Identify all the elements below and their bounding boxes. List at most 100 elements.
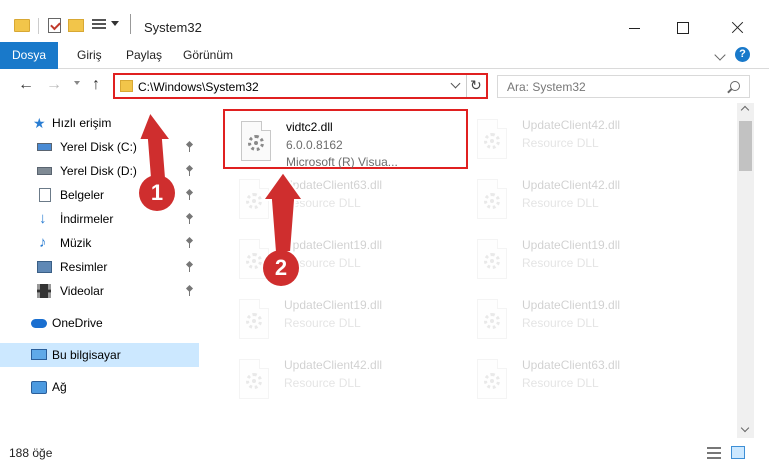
pin-icon[interactable] bbox=[186, 261, 194, 273]
sidebar-item-label: Yerel Disk (D:) bbox=[60, 164, 137, 178]
dll-file-icon bbox=[477, 119, 507, 159]
tab-view[interactable]: Görünüm bbox=[183, 42, 233, 69]
computer-icon bbox=[31, 349, 47, 360]
sidebar-item-pictures[interactable]: Resimler bbox=[0, 255, 199, 279]
music-icon: ♪ bbox=[39, 234, 47, 251]
cloud-icon bbox=[31, 319, 47, 328]
tab-share[interactable]: Paylaş bbox=[126, 42, 162, 69]
window-title: System32 bbox=[144, 20, 202, 35]
title-bar: System32 bbox=[0, 0, 769, 42]
pin-icon[interactable] bbox=[186, 165, 194, 177]
file-description: Resource DLL bbox=[522, 256, 599, 270]
file-item[interactable]: UpdateClient19.dll Resource DLL bbox=[223, 229, 468, 289]
file-item[interactable]: UpdateClient42.dll Resource DLL bbox=[461, 109, 706, 169]
back-button[interactable]: ← bbox=[18, 77, 34, 93]
star-icon: ★ bbox=[33, 115, 46, 131]
file-item[interactable]: vidtc2.dll 6.0.0.8162 Microsoft (R) Visu… bbox=[223, 109, 468, 169]
pin-icon[interactable] bbox=[186, 213, 194, 225]
sidebar-item-label: Hızlı erişim bbox=[52, 116, 112, 130]
sidebar-item-videos[interactable]: Videolar bbox=[0, 279, 199, 303]
step-1-badge: 1 bbox=[139, 175, 175, 211]
file-item[interactable]: UpdateClient19.dll Resource DLL bbox=[461, 289, 706, 349]
network-icon bbox=[31, 381, 47, 394]
pin-icon[interactable] bbox=[186, 285, 194, 297]
gear-icon bbox=[484, 373, 500, 389]
file-name: UpdateClient19.dll bbox=[284, 238, 383, 252]
dll-file-icon bbox=[239, 179, 269, 219]
sidebar-item-music[interactable]: ♪ Müzik bbox=[0, 231, 199, 255]
address-path[interactable]: C:\Windows\System32 bbox=[138, 80, 259, 94]
file-description: Resource DLL bbox=[522, 316, 599, 330]
file-description: Resource DLL bbox=[522, 376, 599, 390]
file-name: UpdateClient42.dll bbox=[522, 118, 621, 132]
ribbon: Dosya Giriş Paylaş Görünüm ? bbox=[0, 42, 769, 69]
address-dropdown-icon[interactable] bbox=[450, 78, 461, 89]
gear-icon bbox=[246, 193, 262, 209]
vertical-scrollbar[interactable] bbox=[737, 103, 754, 438]
maximize-button[interactable] bbox=[658, 10, 704, 40]
videos-icon bbox=[37, 284, 51, 298]
file-item[interactable]: UpdateClient63.dll Resource DLL bbox=[461, 349, 706, 409]
refresh-icon[interactable]: ↻ bbox=[470, 77, 482, 93]
sidebar-item-label: Ağ bbox=[52, 380, 67, 394]
minimize-button[interactable] bbox=[612, 10, 658, 40]
file-name: UpdateClient19.dll bbox=[522, 298, 621, 312]
file-item[interactable]: UpdateClient42.dll Resource DLL bbox=[461, 169, 706, 229]
tab-home[interactable]: Giriş bbox=[77, 42, 102, 69]
expand-ribbon-icon[interactable] bbox=[714, 49, 726, 61]
pin-icon[interactable] bbox=[186, 189, 194, 201]
help-icon[interactable]: ? bbox=[735, 47, 750, 62]
dll-file-icon bbox=[241, 121, 271, 161]
pin-icon[interactable] bbox=[186, 141, 194, 153]
details-view-icon[interactable] bbox=[707, 447, 721, 459]
file-item[interactable]: UpdateClient19.dll Resource DLL bbox=[461, 229, 706, 289]
pictures-icon bbox=[37, 261, 52, 273]
sidebar-item-label: Resimler bbox=[60, 260, 108, 274]
gear-icon bbox=[484, 133, 500, 149]
sidebar-item-label: İndirmeler bbox=[60, 212, 114, 226]
dll-file-icon bbox=[477, 239, 507, 279]
tab-file[interactable]: Dosya bbox=[0, 42, 58, 69]
sidebar-item-this-pc[interactable]: Bu bilgisayar bbox=[0, 343, 199, 367]
properties-button[interactable] bbox=[48, 18, 61, 33]
large-icons-view-icon[interactable] bbox=[731, 446, 745, 459]
pin-icon[interactable] bbox=[186, 237, 194, 249]
recent-locations-icon[interactable] bbox=[74, 81, 80, 85]
file-item[interactable]: UpdateClient63.dll Resource DLL bbox=[223, 169, 468, 229]
file-name: UpdateClient19.dll bbox=[284, 298, 383, 312]
file-name: UpdateClient63.dll bbox=[284, 178, 383, 192]
new-folder-button[interactable] bbox=[68, 19, 84, 32]
scroll-up-icon[interactable] bbox=[740, 105, 750, 115]
close-button[interactable] bbox=[716, 10, 762, 40]
file-description: Microsoft (R) Visua... bbox=[286, 155, 398, 169]
quick-access-dropdown-icon[interactable] bbox=[111, 21, 119, 26]
forward-button[interactable]: → bbox=[46, 77, 62, 93]
navigation-pane: ★ Hızlı erişim Yerel Disk (C:) Yerel Dis… bbox=[0, 103, 200, 438]
sidebar-item-label: Yerel Disk (C:) bbox=[60, 140, 137, 154]
file-description: Resource DLL bbox=[522, 136, 599, 150]
dll-file-icon bbox=[477, 359, 507, 399]
search-input[interactable]: Ara: System32 bbox=[497, 75, 750, 98]
scrollbar-thumb[interactable] bbox=[739, 121, 752, 171]
dll-file-icon bbox=[477, 179, 507, 219]
file-item[interactable]: UpdateClient19.dll Resource DLL bbox=[223, 289, 468, 349]
address-bar[interactable]: C:\Windows\System32 ↻ bbox=[113, 73, 488, 99]
file-name: vidtc2.dll bbox=[286, 120, 333, 134]
sidebar-item-local-disk-c[interactable]: Yerel Disk (C:) bbox=[0, 135, 199, 159]
file-item[interactable]: UpdateClient42.dll Resource DLL bbox=[223, 349, 468, 409]
gear-icon bbox=[246, 373, 262, 389]
view-icon[interactable] bbox=[92, 19, 106, 32]
folder-icon bbox=[120, 80, 133, 92]
scroll-down-icon[interactable] bbox=[740, 423, 750, 433]
sidebar-item-label: Belgeler bbox=[60, 188, 105, 202]
drive-icon bbox=[37, 167, 52, 175]
folder-icon bbox=[14, 19, 30, 32]
sidebar-item-quick-access[interactable]: ★ Hızlı erişim bbox=[0, 111, 199, 135]
dll-file-icon bbox=[239, 359, 269, 399]
sidebar-item-label: Bu bilgisayar bbox=[52, 348, 121, 362]
sidebar-item-onedrive[interactable]: OneDrive bbox=[0, 311, 199, 335]
sidebar-item-downloads[interactable]: ↓ İndirmeler bbox=[0, 207, 199, 231]
search-icon[interactable] bbox=[730, 81, 740, 91]
up-button[interactable]: ↑ bbox=[92, 77, 100, 93]
sidebar-item-network[interactable]: Ağ bbox=[0, 375, 199, 399]
